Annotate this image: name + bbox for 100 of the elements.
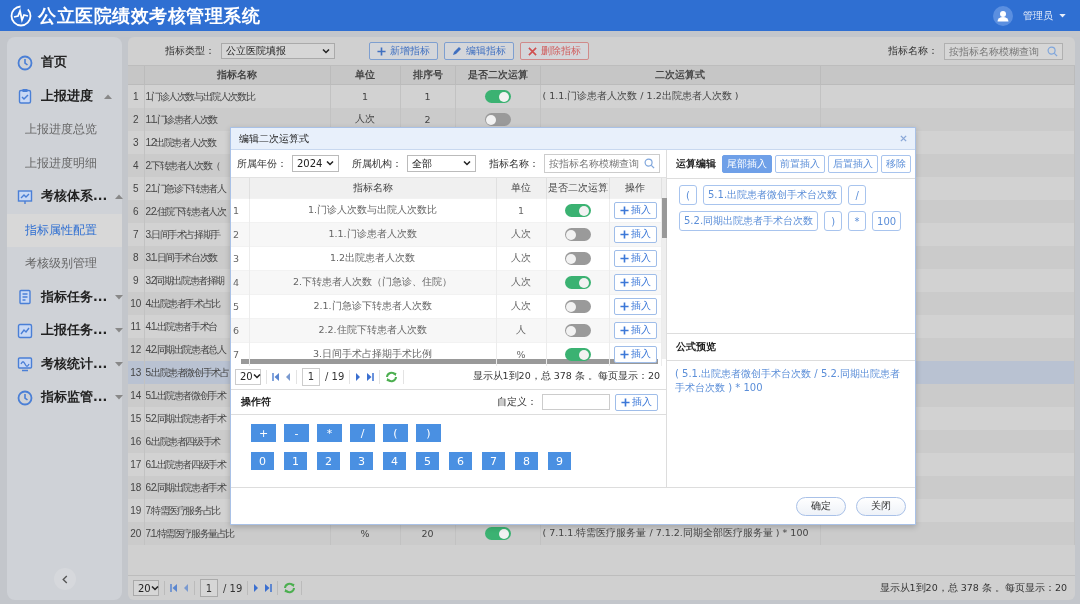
search-icon[interactable]	[644, 158, 655, 169]
menu-item[interactable]: 上报进度	[7, 79, 122, 113]
search-field[interactable]: 按指标名称模糊查询	[944, 42, 1063, 60]
menu-item[interactable]: 考核体系...	[7, 180, 122, 214]
digit-button[interactable]: 2	[317, 452, 340, 470]
first-page-icon[interactable]	[170, 583, 178, 593]
refresh-icon[interactable]	[385, 370, 399, 383]
formula-token[interactable]: (	[679, 185, 697, 205]
menu-item[interactable]: 指标监管...	[7, 381, 122, 415]
toggle-switch[interactable]	[564, 252, 591, 265]
operator-button[interactable]: (	[383, 424, 408, 442]
digit-button[interactable]: 0	[251, 452, 274, 470]
edit-button[interactable]: 编辑指标	[444, 42, 514, 60]
formula-token[interactable]: /	[848, 185, 867, 205]
insert-button[interactable]: 插入	[613, 322, 657, 339]
toggle-switch[interactable]	[564, 324, 591, 337]
submenu-item[interactable]: 考核级别管理	[7, 247, 122, 281]
search-field[interactable]: 按指标名称模糊查询	[544, 154, 660, 173]
toggle-switch[interactable]	[484, 90, 511, 103]
insert-button[interactable]: 插入	[613, 226, 657, 243]
insert-button[interactable]: 插入	[613, 274, 657, 291]
next-page-icon[interactable]	[355, 371, 362, 382]
digit-button[interactable]: 9	[548, 452, 571, 470]
digit-button[interactable]: 1	[284, 452, 307, 470]
digit-button[interactable]: 6	[449, 452, 472, 470]
toggle-switch[interactable]	[564, 276, 591, 289]
page-size-dropdown[interactable]: 20	[235, 368, 261, 385]
digit-button[interactable]: 7	[482, 452, 505, 470]
insert-button[interactable]: 插入	[613, 250, 657, 267]
editor-button[interactable]: 后置插入	[828, 155, 878, 173]
toggle-switch[interactable]	[564, 228, 591, 241]
caret-down-icon[interactable]	[1059, 13, 1066, 18]
confirm-button[interactable]: 确定	[796, 496, 846, 516]
caret-down-icon[interactable]	[115, 328, 124, 334]
submenu-item[interactable]: 上报进度明细	[7, 146, 122, 180]
organization-dropdown[interactable]: 全部	[407, 155, 476, 172]
caret-up-icon[interactable]	[104, 93, 112, 99]
close-button[interactable]: 关闭	[856, 496, 906, 516]
previous-page-icon[interactable]	[183, 583, 189, 593]
digit-button[interactable]: 4	[383, 452, 406, 470]
toggle-switch[interactable]	[564, 348, 591, 361]
formula-token[interactable]: )	[824, 211, 843, 231]
collapse-button[interactable]	[53, 568, 76, 590]
operator-button[interactable]: /	[350, 424, 375, 442]
insert-button[interactable]: 插入	[613, 346, 657, 363]
scrollbar[interactable]	[241, 359, 658, 364]
menu-item[interactable]: 首页	[7, 46, 122, 80]
menu-item[interactable]: 指标任务...	[7, 280, 122, 314]
page-size-dropdown[interactable]: 20	[133, 580, 159, 596]
previous-page-icon[interactable]	[285, 371, 291, 382]
digit-button[interactable]: 5	[416, 452, 439, 470]
editor-button[interactable]: 尾部插入	[722, 155, 772, 173]
formula-token[interactable]: *	[848, 211, 867, 231]
caret-down-icon[interactable]	[115, 395, 124, 401]
last-page-icon[interactable]	[366, 371, 375, 382]
delete-button[interactable]: 删除指标	[520, 42, 589, 60]
close-icon[interactable]	[900, 135, 907, 142]
insert-button[interactable]: 插入	[613, 202, 657, 219]
type-dropdown[interactable]: 公立医院填报	[221, 43, 335, 59]
operator-button[interactable]: *	[317, 424, 342, 442]
page-number-field[interactable]: 1	[200, 579, 218, 597]
editor-button[interactable]: 前置插入	[775, 155, 825, 173]
formula-token[interactable]: 5.1.出院患者微创手术台次数	[703, 185, 843, 205]
table-cell: 1.1.门诊患者人次数	[145, 113, 217, 125]
table-cell: 9	[132, 275, 139, 286]
next-page-icon[interactable]	[253, 583, 260, 593]
digit-button[interactable]: 3	[350, 452, 373, 470]
operator-button[interactable]: +	[251, 424, 276, 442]
year-dropdown[interactable]: 2024	[292, 155, 340, 172]
insert-button[interactable]: 插入	[615, 393, 658, 411]
submenu-item[interactable]: 上报进度总览	[7, 113, 122, 147]
menu-item[interactable]: 考核统计...	[7, 347, 122, 381]
editor-button[interactable]: 移除	[881, 155, 911, 173]
toggle-switch[interactable]	[484, 527, 511, 540]
table-row[interactable]: 1 1.门诊人次数与出院人次数比 1 1 ( 1.1.门诊患者人次数 / 1.2出院患者人次数 )	[128, 84, 1075, 108]
digit-button[interactable]: 8	[515, 452, 538, 470]
search-icon[interactable]	[1047, 45, 1058, 57]
menu-item[interactable]: 上报任务...	[7, 314, 122, 348]
caret-down-icon[interactable]	[115, 361, 124, 367]
operator-button[interactable]: )	[416, 424, 441, 442]
formula-token[interactable]: 5.2.同期出院患者手术台次数	[679, 211, 819, 231]
last-page-icon[interactable]	[264, 583, 273, 593]
page-number-field[interactable]: 1	[302, 367, 320, 386]
custom-field[interactable]	[542, 394, 610, 410]
table-cell: 14	[130, 390, 142, 401]
caret-down-icon[interactable]	[115, 294, 124, 300]
operator-button[interactable]: -	[284, 424, 309, 442]
toggle-switch[interactable]	[564, 300, 591, 313]
toggle-switch[interactable]	[564, 204, 591, 217]
caret-up-icon[interactable]	[115, 194, 124, 200]
first-page-icon[interactable]	[272, 371, 280, 382]
line-chart-icon	[17, 322, 33, 339]
refresh-icon[interactable]	[283, 582, 297, 594]
formula-token[interactable]: 100	[872, 211, 902, 231]
scrollbar[interactable]	[661, 178, 666, 359]
user-name[interactable]: 管理员	[1023, 8, 1053, 23]
toggle-switch[interactable]	[484, 113, 511, 126]
add-button[interactable]: 新增指标	[369, 42, 438, 60]
submenu-item[interactable]: 指标属性配置	[7, 213, 122, 247]
insert-button[interactable]: 插入	[613, 298, 657, 315]
